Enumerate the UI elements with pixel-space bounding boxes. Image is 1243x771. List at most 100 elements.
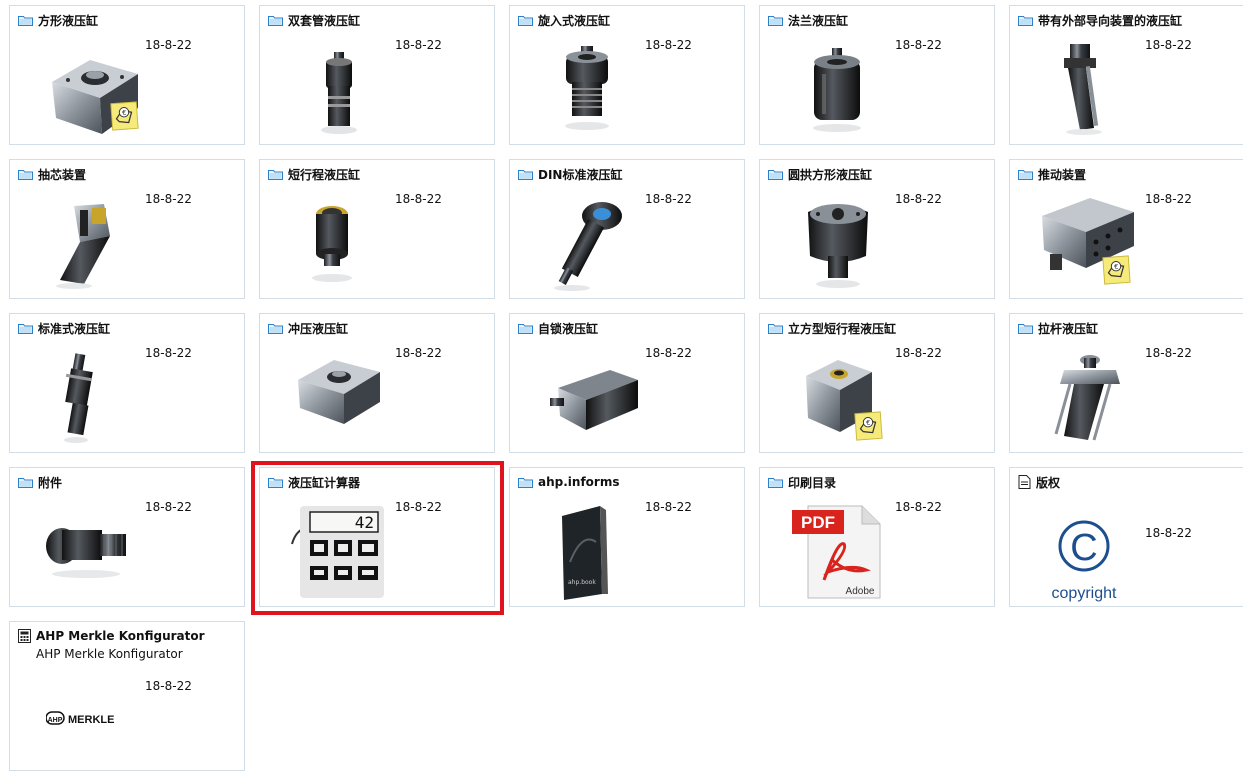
tile-title: 自锁液压缸 xyxy=(538,321,599,336)
tile-date: 18-8-22 xyxy=(395,192,442,206)
tile-title: 拉杆液压缸 xyxy=(1038,321,1099,336)
tile-date: 18-8-22 xyxy=(395,500,442,514)
tile-date: 18-8-22 xyxy=(645,500,692,514)
tile-date: 18-8-22 xyxy=(895,346,942,360)
core-pull-device-image xyxy=(56,204,110,289)
push-device-image xyxy=(1042,198,1134,285)
tile-date: 18-8-22 xyxy=(895,192,942,206)
copyright-logo: C copyright xyxy=(1052,520,1117,602)
pdf-icon: PDF Adobe xyxy=(792,505,881,599)
folder-icon xyxy=(768,323,783,334)
tile-date: 18-8-22 xyxy=(1145,526,1192,540)
folder-icon xyxy=(518,323,533,334)
tile-date: 18-8-22 xyxy=(145,346,192,360)
tile-title: 附件 xyxy=(38,475,63,490)
tile-title: 标准式液压缸 xyxy=(38,321,111,336)
folder-icon xyxy=(268,169,283,180)
ahp-book-image: ahp.book xyxy=(562,506,608,600)
din-cylinder-image xyxy=(554,202,622,291)
standard-cylinder-image xyxy=(64,353,93,443)
tile-screw-in-cylinder[interactable]: 旋入式液压缸 18-8-22 xyxy=(509,5,745,145)
cube-short-stroke-cylinder-image xyxy=(806,360,883,441)
tile-date: 18-8-22 xyxy=(145,192,192,206)
folder-icon xyxy=(768,477,783,488)
tile-date: 18-8-22 xyxy=(1145,346,1192,360)
tile-date: 18-8-22 xyxy=(395,38,442,52)
folder-icon xyxy=(268,477,283,488)
tile-self-lock-cylinder[interactable]: 自锁液压缸 18-8-22 xyxy=(509,313,745,453)
flange-cylinder-image xyxy=(813,48,861,132)
tile-din-cylinder[interactable]: DIN标准液压缸 18-8-22 xyxy=(509,159,745,299)
ahp-logo-mark: AHP xyxy=(48,717,63,724)
folder-icon xyxy=(768,15,783,26)
tile-title: 方形液压缸 xyxy=(38,13,99,28)
tile-push-device[interactable]: 推动装置 18-8-22 xyxy=(1009,159,1243,299)
tile-title: 圆拱方形液压缸 xyxy=(788,167,873,182)
folder-icon xyxy=(18,477,33,488)
ahp-logo-text: MERKLE xyxy=(68,714,114,726)
tile-title: 带有外部导向装置的液压缸 xyxy=(1038,13,1183,28)
folder-icon xyxy=(768,169,783,180)
square-cylinder-image xyxy=(52,60,139,134)
copyright-symbol: C xyxy=(1070,527,1097,569)
tile-core-pull-device[interactable]: 抽芯装置 18-8-22 xyxy=(9,159,245,299)
tile-date: 18-8-22 xyxy=(1145,38,1192,52)
folder-icon xyxy=(18,169,33,180)
tile-short-stroke-cylinder[interactable]: 短行程液压缸 18-8-22 xyxy=(259,159,495,299)
folder-icon xyxy=(1018,15,1033,26)
tile-cylinder-calculator[interactable]: 液压缸计算器 18-8-22 42 xyxy=(259,467,495,607)
tile-ahp-informs[interactable]: ahp.informs 18-8-22 ahp.book xyxy=(509,467,745,607)
tile-flange-cylinder[interactable]: 法兰液压缸 18-8-22 xyxy=(759,5,995,145)
tile-date: 18-8-22 xyxy=(645,38,692,52)
tile-external-guide-cylinder[interactable]: 带有外部导向装置的液压缸 18-8-22 xyxy=(1009,5,1243,145)
press-cylinder-image xyxy=(298,360,380,424)
tile-title: 印刷目录 xyxy=(788,475,837,490)
tile-title: 短行程液压缸 xyxy=(288,167,361,182)
tile-date: 18-8-22 xyxy=(895,500,942,514)
tile-press-cylinder[interactable]: 冲压液压缸 18-8-22 xyxy=(259,313,495,453)
tile-ahp-merkle-konfigurator[interactable]: AHP Merkle Konfigurator AHP Merkle Konfi… xyxy=(9,621,245,771)
folder-icon xyxy=(518,15,533,26)
book-label: ahp.book xyxy=(568,579,596,586)
tile-round-square-cylinder[interactable]: 圆拱方形液压缸 18-8-22 xyxy=(759,159,995,299)
folder-icon xyxy=(268,323,283,334)
tile-title: 冲压液压缸 xyxy=(288,321,349,336)
folder-icon xyxy=(18,323,33,334)
folder-icon xyxy=(18,15,33,26)
tile-title: 抽芯装置 xyxy=(38,167,87,182)
tile-title: 立方型短行程液压缸 xyxy=(788,321,897,336)
folder-icon xyxy=(1018,323,1033,334)
tile-cube-short-stroke-cylinder[interactable]: 立方型短行程液压缸 18-8-22 xyxy=(759,313,995,453)
tile-title: 版权 xyxy=(1036,475,1061,490)
tile-title: 双套管液压缸 xyxy=(288,13,361,28)
copyright-label: copyright xyxy=(1052,585,1117,602)
pdf-label: PDF xyxy=(801,513,835,532)
tile-title: DIN标准液压缸 xyxy=(538,167,623,182)
self-lock-cylinder-image xyxy=(550,370,638,430)
tile-accessories[interactable]: 附件 18-8-22 xyxy=(9,467,245,607)
tile-standard-cylinder[interactable]: 标准式液压缸 18-8-22 xyxy=(9,313,245,453)
tile-square-cylinder[interactable]: 方形液压缸 18-8-22 xyxy=(9,5,245,145)
short-stroke-cylinder-image xyxy=(312,206,352,282)
tile-date: 18-8-22 xyxy=(1145,192,1192,206)
tie-rod-cylinder-image xyxy=(1054,355,1120,441)
external-guide-cylinder-image xyxy=(1064,44,1102,135)
tile-title: 旋入式液压缸 xyxy=(538,13,611,28)
accessories-image xyxy=(46,528,126,578)
calculator-image: 42 xyxy=(291,506,384,598)
calculator-icon xyxy=(18,629,31,643)
tile-copyright[interactable]: 版权 18-8-22 C copyright xyxy=(1009,467,1243,607)
tile-date: 18-8-22 xyxy=(645,346,692,360)
screw-in-cylinder-image xyxy=(565,46,609,130)
tile-date: 18-8-22 xyxy=(145,679,192,693)
tile-subtitle: AHP Merkle Konfigurator xyxy=(36,647,183,661)
tile-date: 18-8-22 xyxy=(145,38,192,52)
ahp-merkle-logo: AHP MERKLE xyxy=(46,711,114,726)
tile-title: 液压缸计算器 xyxy=(288,475,361,490)
tile-print-catalog[interactable]: 印刷目录 18-8-22 PDF Adobe xyxy=(759,467,995,607)
tile-date: 18-8-22 xyxy=(395,346,442,360)
round-square-cylinder-image xyxy=(808,204,868,288)
document-icon xyxy=(1018,475,1031,489)
tile-double-tube-cylinder[interactable]: 双套管液压缸 18-8-22 xyxy=(259,5,495,145)
tile-tie-rod-cylinder[interactable]: 拉杆液压缸 18-8-22 xyxy=(1009,313,1243,453)
